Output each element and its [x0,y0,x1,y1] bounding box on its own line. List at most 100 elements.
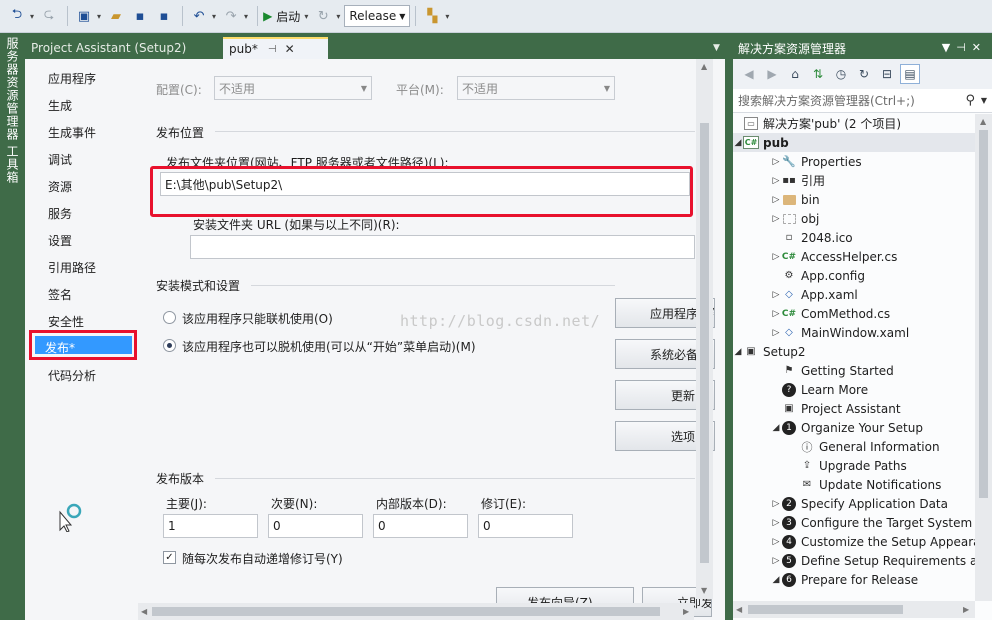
toolbox-tab[interactable]: 工具箱 [4,145,21,184]
nav-item-security[interactable]: 安全性 [48,313,84,330]
major-version-input[interactable]: 1 [163,514,258,538]
search-icon[interactable]: ⚲ [965,93,975,108]
online-only-label[interactable]: 该应用程序只能联机使用(O) [182,310,333,327]
tab-project-assistant[interactable]: Project Assistant (Setup2) [25,37,223,59]
platform-select[interactable]: 不适用 ▼ [457,76,615,100]
scroll-right-icon[interactable]: ▶ [683,607,689,616]
tree-item[interactable]: ◢ 6 Prepare for Release [733,570,975,589]
tree-item[interactable]: ◢ ▣ Setup2 [733,342,975,361]
collapsed-arrow-icon[interactable]: ▷ [771,537,781,547]
nav-item-debug[interactable]: 调试 [48,151,72,168]
start-dropdown-icon[interactable]: ▾ [304,12,308,21]
collapsed-arrow-icon[interactable]: ▷ [771,518,781,528]
tree-item[interactable]: ⇪ Upgrade Paths [733,456,975,475]
find-in-files-icon[interactable]: ▚ [421,5,443,27]
undo-dropdown-icon[interactable]: ▾ [212,12,216,21]
tree-item[interactable]: ◢ 1 Organize Your Setup [733,418,975,437]
scroll-down-icon[interactable]: ▼ [701,586,707,595]
refresh-dropdown-icon[interactable]: ▾ [336,12,340,21]
tab-pub[interactable]: pub* ⊣ ✕ [223,37,328,59]
nav-item-build-events[interactable]: 生成事件 [48,124,96,141]
nav-item-code-analysis[interactable]: 代码分析 [48,367,96,384]
show-all-files-icon[interactable]: ▤ [900,64,920,84]
save-icon[interactable]: ▪ [129,5,151,27]
auto-increment-label[interactable]: 随每次发布自动递增修订号(Y) [182,550,343,567]
forward-icon[interactable]: ⮎ [38,5,60,27]
nav-item-settings[interactable]: 设置 [48,232,72,249]
offline-available-label[interactable]: 该应用程序也可以脱机使用(可以从“开始”菜单启动)(M) [182,338,476,355]
tree-item[interactable]: ▷ ◇ MainWindow.xaml [733,323,975,342]
tree-item[interactable]: ▣ Project Assistant [733,399,975,418]
collapsed-arrow-icon[interactable]: ▷ [771,214,781,224]
collapsed-arrow-icon[interactable]: ▷ [771,195,781,205]
back-icon[interactable]: ◀ [739,64,759,84]
home-icon[interactable]: ⌂ [785,64,805,84]
scroll-thumb[interactable] [979,130,988,498]
offline-available-radio[interactable] [163,339,176,352]
build-version-input[interactable]: 0 [373,514,468,538]
refresh-icon[interactable]: ↻ [312,5,334,27]
collapsed-arrow-icon[interactable]: ▷ [771,252,781,262]
refresh-icon[interactable]: ↻ [854,64,874,84]
collapsed-arrow-icon[interactable]: ▷ [771,309,781,319]
nav-item-build[interactable]: 生成 [48,97,72,114]
expanded-arrow-icon[interactable]: ◢ [771,575,781,585]
tree-item[interactable]: ▷ ◇ App.xaml [733,285,975,304]
tree-item[interactable]: ? Learn More [733,380,975,399]
collapsed-arrow-icon[interactable]: ▷ [771,328,781,338]
tree-item[interactable]: ▷ obj [733,209,975,228]
chevron-down-icon[interactable]: ▼ [981,96,987,105]
nav-item-signing[interactable]: 签名 [48,286,72,303]
collapsed-arrow-icon[interactable]: ▷ [771,556,781,566]
nav-item-reference-paths[interactable]: 引用路径 [48,259,96,276]
online-only-radio[interactable] [163,311,176,324]
tree-item[interactable]: ▷ C# ComMethod.cs [733,304,975,323]
redo-icon[interactable]: ↷ [220,5,242,27]
tree-item[interactable]: ✉ Update Notifications [733,475,975,494]
tree-vertical-scrollbar[interactable]: ▲ [975,114,992,601]
scroll-thumb[interactable] [700,123,709,563]
tree-item[interactable]: ⓘ General Information [733,437,975,456]
open-folder-icon[interactable]: ▰ [105,5,127,27]
scroll-right-icon[interactable]: ▶ [963,605,969,614]
back-dropdown-icon[interactable]: ▾ [30,12,34,21]
close-icon[interactable]: ✕ [285,42,295,56]
nav-item-resources[interactable]: 资源 [48,178,72,195]
auto-increment-checkbox[interactable]: ✓ [163,551,176,564]
revision-version-input[interactable]: 0 [478,514,573,538]
tree-item[interactable]: ▷ bin [733,190,975,209]
expanded-arrow-icon[interactable]: ◢ [771,423,781,433]
tab-overflow-icon[interactable]: ▼ [713,43,720,53]
tree-item[interactable]: ▭ 解决方案'pub' (2 个项目) [733,114,975,133]
install-url-input[interactable] [190,235,695,259]
start-button[interactable]: ▶ 启动 [263,8,300,25]
tree-item[interactable]: ◢ C# pub [733,133,975,152]
new-project-dropdown-icon[interactable]: ▾ [97,12,101,21]
expanded-arrow-icon[interactable]: ◢ [733,138,743,148]
collapsed-arrow-icon[interactable]: ▷ [771,176,781,186]
tree-horizontal-scrollbar[interactable]: ◀ ▶ [733,601,975,618]
server-explorer-tab[interactable]: 服务器资源管理器 [4,37,21,141]
solution-explorer-search[interactable]: 搜索解决方案资源管理器(Ctrl+;) ⚲ ▼ [733,89,992,113]
tree-item[interactable]: ▷ 4 Customize the Setup Appeara [733,532,975,551]
new-project-icon[interactable]: ▣ [73,5,95,27]
tree-item[interactable]: ▷ 2 Specify Application Data [733,494,975,513]
minor-version-input[interactable]: 0 [268,514,363,538]
tree-item[interactable]: ▫ 2048.ico [733,228,975,247]
nav-item-application[interactable]: 应用程序 [48,70,96,87]
scroll-left-icon[interactable]: ◀ [141,607,147,616]
forward-icon[interactable]: ▶ [762,64,782,84]
collapsed-arrow-icon[interactable]: ▷ [771,499,781,509]
close-icon[interactable]: ✕ [972,41,987,54]
toolbar-overflow-icon[interactable]: ▾ [445,12,449,21]
scroll-thumb[interactable] [152,607,660,616]
tree-item[interactable]: ▷ 🔧 Properties [733,152,975,171]
save-all-icon[interactable]: ▪ [153,5,175,27]
tree-item[interactable]: ▷ C# AccessHelper.cs [733,247,975,266]
scroll-left-icon[interactable]: ◀ [736,605,742,614]
scroll-thumb[interactable] [748,605,903,614]
pin-icon[interactable]: ⊣ [268,44,277,55]
redo-dropdown-icon[interactable]: ▾ [244,12,248,21]
pin-icon[interactable]: ⊣ [956,41,972,54]
collapsed-arrow-icon[interactable]: ▷ [771,290,781,300]
